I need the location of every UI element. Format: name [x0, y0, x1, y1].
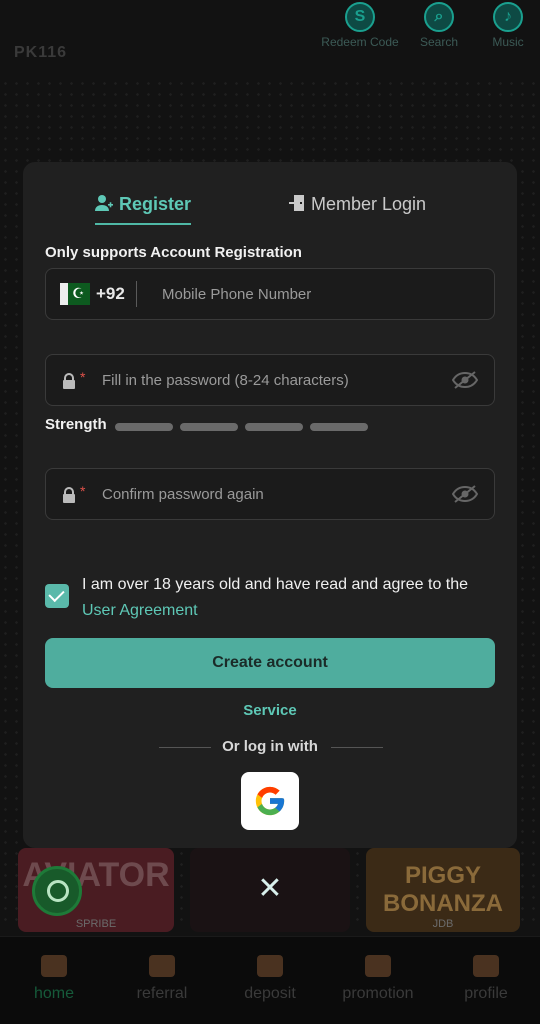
phone-input[interactable] [162, 269, 482, 319]
create-account-button[interactable]: Create account [45, 638, 495, 688]
home-icon [41, 955, 67, 977]
redeem-code-label: Redeem Code [321, 35, 399, 49]
pakistan-flag-icon: ☪ [60, 283, 90, 305]
music-icon: ♪ [493, 2, 523, 32]
required-marker: * [80, 369, 86, 385]
top-bar: PK116 S Redeem Code ⌕ Search ♪ Music [0, 0, 540, 70]
nav-item-label: home [33, 985, 75, 1002]
strength-bar [180, 423, 238, 431]
search-icon: ⌕ [424, 2, 454, 32]
or-login-divider: Or log in with [23, 738, 517, 758]
auth-tabs: Register Member Login [23, 194, 517, 230]
eye-hidden-icon[interactable] [451, 485, 479, 508]
close-icon[interactable]: ✕ [254, 874, 286, 906]
tab-member-login-label: Member Login [311, 194, 427, 214]
user-agreement-link[interactable]: User Agreement [82, 602, 198, 619]
lock-icon [62, 487, 76, 508]
nav-item-label: profile [464, 985, 508, 1002]
service-link[interactable]: Service [23, 702, 517, 719]
strength-bar [310, 423, 368, 431]
user-add-icon [95, 194, 113, 217]
google-login-button[interactable] [241, 772, 299, 830]
game-provider: SPRIBE [75, 918, 117, 930]
whatsapp-icon[interactable] [32, 866, 82, 916]
bottom-nav: home referral deposit promotion profile [0, 936, 540, 1024]
eye-hidden-icon[interactable] [451, 371, 479, 394]
password-field[interactable]: * [45, 354, 495, 406]
lock-icon [62, 373, 76, 394]
nav-item-promotion[interactable]: promotion [324, 955, 432, 1003]
divider-line [331, 747, 383, 748]
phone-field[interactable]: ☪ +92 [45, 268, 495, 320]
agreement-statement: I am over 18 years old and have read and… [82, 576, 469, 593]
nav-item-deposit[interactable]: deposit [216, 955, 324, 1003]
or-login-text: Or log in with [222, 738, 318, 755]
agreement-checkbox[interactable] [45, 584, 69, 608]
strength-bar [245, 423, 303, 431]
redeem-code-icon: S [345, 2, 375, 32]
nav-item-profile[interactable]: profile [432, 955, 540, 1003]
strength-label: Strength [45, 416, 107, 433]
password-strength: Strength [45, 416, 485, 436]
redeem-code-button[interactable]: S Redeem Code [315, 0, 405, 49]
nav-item-home[interactable]: home [0, 955, 108, 1003]
tab-register[interactable]: Register [95, 194, 192, 225]
nav-item-label: deposit [244, 985, 296, 1002]
game-provider: JDB [432, 918, 454, 930]
game-title: PIGGY BONANZA [383, 862, 503, 917]
strength-bar [115, 423, 173, 431]
registration-subtitle: Only supports Account Registration [45, 244, 302, 261]
register-modal: Register Member Login Only supports Acco… [23, 162, 517, 848]
promotion-icon [365, 955, 391, 977]
tab-member-login[interactable]: Member Login [289, 194, 426, 217]
profile-icon [473, 955, 499, 977]
country-code[interactable]: +92 [96, 284, 125, 304]
confirm-password-input[interactable] [102, 469, 442, 519]
game-card-piggy-bonanza[interactable]: PIGGY BONANZA JDB [366, 848, 520, 932]
tab-register-label: Register [119, 194, 192, 214]
required-marker: * [80, 483, 86, 499]
divider [136, 281, 137, 307]
confirm-password-field[interactable]: * [45, 468, 495, 520]
referral-icon [149, 955, 175, 977]
music-label: Music [492, 35, 524, 49]
nav-item-label: promotion [342, 985, 414, 1002]
app-logo: PK116 [14, 44, 68, 61]
google-icon [255, 786, 285, 816]
agreement-row: I am over 18 years old and have read and… [45, 572, 499, 620]
music-button[interactable]: ♪ Music [463, 0, 540, 49]
nav-item-label: referral [136, 985, 188, 1002]
nav-item-referral[interactable]: referral [108, 955, 216, 1003]
password-input[interactable] [102, 355, 442, 405]
deposit-icon [257, 955, 283, 977]
agreement-text: I am over 18 years old and have read and… [82, 572, 502, 624]
door-login-icon [289, 194, 305, 217]
